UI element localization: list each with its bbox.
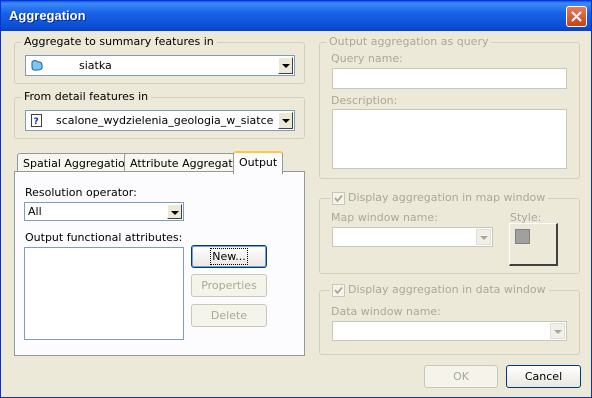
delete-button[interactable]: Delete xyxy=(191,304,267,327)
query-name-input[interactable] xyxy=(332,68,567,89)
summary-features-select[interactable]: siatka xyxy=(25,55,295,76)
data-window-dropdown-arrow[interactable] xyxy=(550,323,565,339)
close-icon xyxy=(571,11,582,22)
map-display-checkbox[interactable] xyxy=(332,192,345,205)
checkmark-icon xyxy=(334,194,343,203)
output-tab-panel: Resolution operator: All Output function… xyxy=(14,171,305,356)
resolution-operator-select[interactable]: All xyxy=(24,202,184,221)
detail-group: From detail features in ? scalone_wydzie… xyxy=(14,90,305,139)
cancel-button-label: Cancel xyxy=(524,370,563,383)
query-group: Output aggregation as query Query name: … xyxy=(319,35,580,179)
properties-button[interactable]: Properties xyxy=(191,274,267,297)
new-button-label: New... xyxy=(210,248,248,265)
data-checkbox-legend: Display aggregation in data window xyxy=(330,283,549,297)
map-checkbox-label: Display aggregation in map window xyxy=(348,191,546,204)
data-display-checkbox[interactable] xyxy=(332,284,345,297)
output-attributes-label: Output functional attributes: xyxy=(25,231,183,244)
data-checkbox-label: Display aggregation in data window xyxy=(348,283,546,296)
properties-button-label: Properties xyxy=(201,279,257,292)
resolution-operator-label: Resolution operator: xyxy=(25,186,137,199)
polygon-layer-icon xyxy=(31,60,43,71)
query-name-label: Query name: xyxy=(331,52,403,65)
tab-spatial-label: Spatial Aggregation xyxy=(23,157,132,170)
unknown-layer-icon: ? xyxy=(31,114,42,127)
detail-legend: From detail features in xyxy=(21,90,152,103)
resolution-operator-value: All xyxy=(28,205,42,218)
detail-features-select[interactable]: ? scalone_wydzielenia_geologia_w_siatce xyxy=(25,110,295,131)
checkmark-icon xyxy=(334,286,343,295)
title-bar[interactable]: Aggregation xyxy=(1,1,591,31)
aggregation-dialog: Aggregation Aggregate to summary feature… xyxy=(0,0,592,398)
resolution-dropdown-arrow[interactable] xyxy=(167,204,182,219)
query-legend: Output aggregation as query xyxy=(326,35,492,48)
output-attributes-list[interactable] xyxy=(24,247,184,340)
style-swatch xyxy=(515,229,530,244)
tab-attribute-label: Attribute Aggregation xyxy=(130,157,250,170)
map-window-dropdown-arrow[interactable] xyxy=(476,229,491,245)
detail-features-value: scalone_wydzielenia_geologia_w_siatce xyxy=(56,114,274,127)
description-textarea[interactable] xyxy=(332,109,567,169)
cancel-button[interactable]: Cancel xyxy=(506,365,581,388)
summary-group: Aggregate to summary features in siatka xyxy=(14,35,305,84)
close-button[interactable] xyxy=(566,6,587,27)
data-window-group: Display aggregation in data window Data … xyxy=(319,283,580,355)
summary-dropdown-arrow[interactable] xyxy=(278,57,293,74)
window-title: Aggregation xyxy=(9,8,86,23)
detail-dropdown-arrow[interactable] xyxy=(278,112,293,129)
new-button[interactable]: New... xyxy=(191,245,267,268)
ok-button[interactable]: OK xyxy=(424,365,498,388)
tab-output[interactable]: Output xyxy=(233,151,284,174)
summary-legend: Aggregate to summary features in xyxy=(21,35,217,48)
summary-features-value: siatka xyxy=(79,59,112,72)
map-checkbox-legend: Display aggregation in map window xyxy=(330,191,549,205)
description-label: Description: xyxy=(331,94,398,107)
data-window-name-label: Data window name: xyxy=(331,305,441,318)
svg-text:?: ? xyxy=(34,117,39,127)
style-button[interactable] xyxy=(509,223,558,266)
map-window-name-label: Map window name: xyxy=(331,211,438,224)
data-window-select[interactable] xyxy=(332,321,567,341)
map-window-select[interactable] xyxy=(332,227,493,247)
delete-button-label: Delete xyxy=(210,309,248,322)
ok-button-label: OK xyxy=(453,370,469,383)
tab-output-label: Output xyxy=(239,156,278,169)
